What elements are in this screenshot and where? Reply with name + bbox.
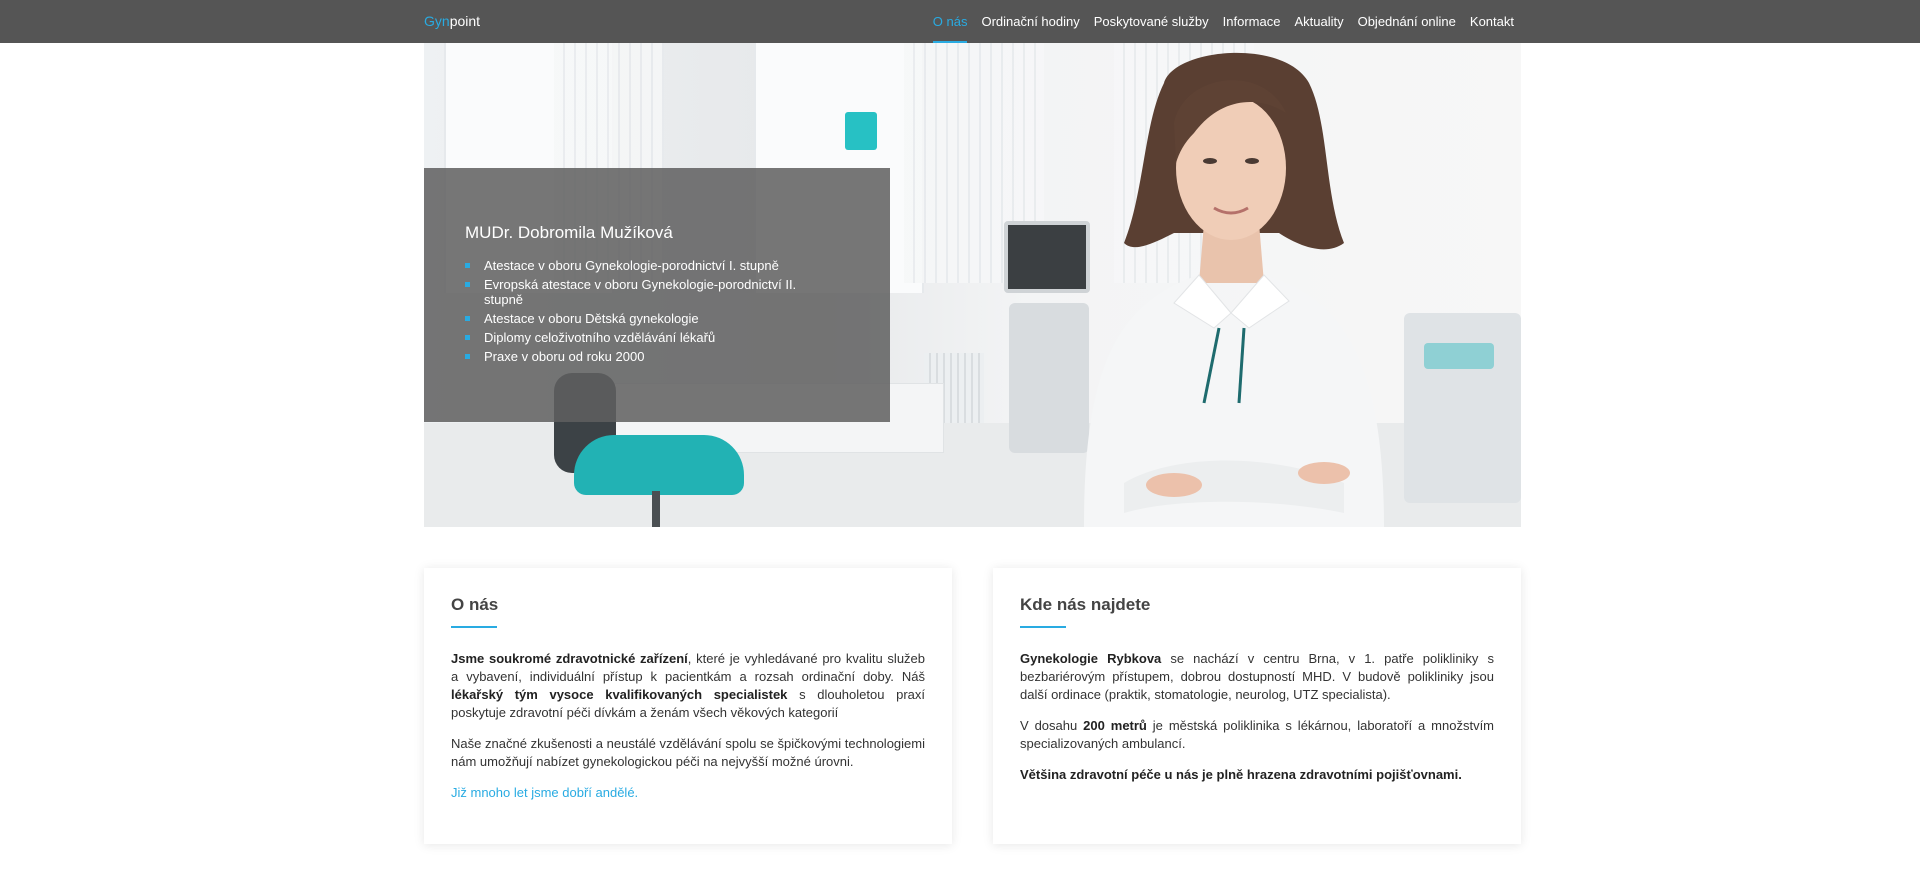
about-card: O nás Jsme soukromé zdravotnické zařízen… (424, 568, 952, 844)
about-paragraph-1: Jsme soukromé zdravotnické zařízení, kte… (451, 650, 925, 722)
qualification-item: Atestace v oboru Gynekologie-porodnictví… (465, 258, 824, 273)
brand-logo[interactable]: Gynpoint (424, 13, 480, 29)
chair-leg (652, 491, 660, 527)
title-underline (451, 626, 497, 628)
top-navbar: Gynpoint O nás Ordinační hodiny Poskytov… (0, 0, 1920, 43)
nav-item-aktuality[interactable]: Aktuality (1294, 0, 1343, 43)
location-text-2a: V dosahu (1020, 718, 1084, 733)
qualification-item: Evropská atestace v oboru Gynekologie-po… (465, 277, 824, 307)
location-paragraph-3: Většina zdravotní péče u nás je plně hra… (1020, 766, 1494, 784)
medical-equipment-tray (1424, 343, 1494, 369)
nav-item-objednani-online[interactable]: Objednání online (1358, 0, 1456, 43)
qualifications-list: Atestace v oboru Gynekologie-porodnictví… (465, 258, 824, 368)
location-bold-2: 200 metrů (1083, 718, 1147, 733)
nav-item-o-nas[interactable]: O nás (932, 0, 967, 43)
location-title: Kde nás najdete (1020, 595, 1151, 614)
about-body: Jsme soukromé zdravotnické zařízení, kte… (451, 650, 925, 802)
location-paragraph-2: V dosahu 200 metrů je městská poliklinik… (1020, 717, 1494, 753)
location-bold-3: Většina zdravotní péče u nás je plně hra… (1020, 767, 1462, 782)
location-card: Kde nás najdete Gynekologie Rybkova se n… (993, 568, 1521, 844)
doctor-name: MUDr. Dobromila Mužíková (465, 223, 673, 242)
nav-item-ordinacni-hodiny[interactable]: Ordinační hodiny (981, 0, 1079, 43)
hero-banner: MUDr. Dobromila Mužíková Atestace v obor… (424, 43, 1521, 527)
location-paragraph-1: Gynekologie Rybkova se nachází v centru … (1020, 650, 1494, 704)
title-underline (1020, 626, 1066, 628)
brand-logo-part-gyn: Gyn (424, 13, 450, 29)
nav-item-kontakt[interactable]: Kontakt (1470, 0, 1514, 43)
nav-item-informace[interactable]: Informace (1223, 0, 1281, 43)
location-bold-1: Gynekologie Rybkova (1020, 651, 1162, 666)
about-bold-2: lékařský tým vysoce kvalifikovaných spec… (451, 687, 788, 702)
brand-logo-part-point: point (449, 13, 481, 29)
about-bold-1: Jsme soukromé zdravotnické zařízení (451, 651, 688, 666)
qualification-item: Atestace v oboru Dětská gynekologie (465, 311, 824, 326)
location-body: Gynekologie Rybkova se nachází v centru … (1020, 650, 1494, 797)
about-paragraph-2: Naše značné zkušenosti a neustálé vzdělá… (451, 736, 925, 769)
wall-sign (845, 112, 877, 150)
about-title: O nás (451, 595, 499, 614)
qualification-item: Praxe v oboru od roku 2000 (465, 349, 824, 364)
about-link[interactable]: Již mnoho let jsme dobří andělé. (451, 784, 925, 802)
doctor-info-panel: MUDr. Dobromila Mužíková Atestace v obor… (424, 168, 890, 422)
doctor-portrait (1084, 52, 1384, 527)
teal-chair (574, 435, 744, 495)
main-navigation: O nás Ordinační hodiny Poskytované služb… (932, 0, 1514, 43)
qualification-item: Diplomy celoživotního vzdělávání lékařů (465, 330, 824, 345)
navbar-container: Gynpoint O nás Ordinační hodiny Poskytov… (424, 0, 1514, 43)
nav-item-poskytovane-sluzby[interactable]: Poskytované služby (1094, 0, 1209, 43)
